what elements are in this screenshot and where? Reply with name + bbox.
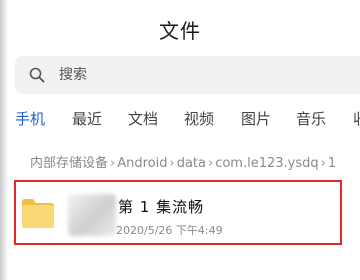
breadcrumb-item-internal-storage[interactable]: 内部存储设备 [30,156,108,171]
search-bar[interactable] [15,56,360,94]
file-name: 第 1 集流畅 [118,198,205,216]
search-input[interactable] [59,56,339,94]
search-icon [29,67,45,83]
tab-images[interactable]: 图片 [241,108,271,129]
breadcrumb: 内部存储设备 › Android › data › com.le123.ysdq › 1 [30,152,336,171]
blurred-thumbnail [68,194,116,236]
breadcrumb-item-android[interactable]: Android [117,156,167,171]
breadcrumb-item-data[interactable]: data [177,156,206,171]
breadcrumb-item-current[interactable]: 1 [328,156,336,171]
tab-favorites[interactable]: 收 [353,108,360,129]
file-date: 2020/5/26 下午4:49 [116,224,223,237]
chevron-right-icon: › [320,156,326,171]
chevron-right-icon: › [169,156,175,171]
tab-videos[interactable]: 视频 [184,108,214,129]
tab-phone[interactable]: 手机 [15,108,45,129]
page-title: 文件 [159,19,201,43]
breadcrumb-item-package[interactable]: com.le123.ysdq [215,156,318,171]
list-item-folder[interactable]: 第 1 集流畅 2020/5/26 下午4:49 [14,180,342,245]
tab-documents[interactable]: 文档 [128,108,158,129]
chevron-right-icon: › [110,156,116,171]
folder-icon [22,199,54,228]
tab-music[interactable]: 音乐 [296,108,326,129]
tab-recent[interactable]: 最近 [72,108,102,129]
chevron-right-icon: › [207,156,214,171]
